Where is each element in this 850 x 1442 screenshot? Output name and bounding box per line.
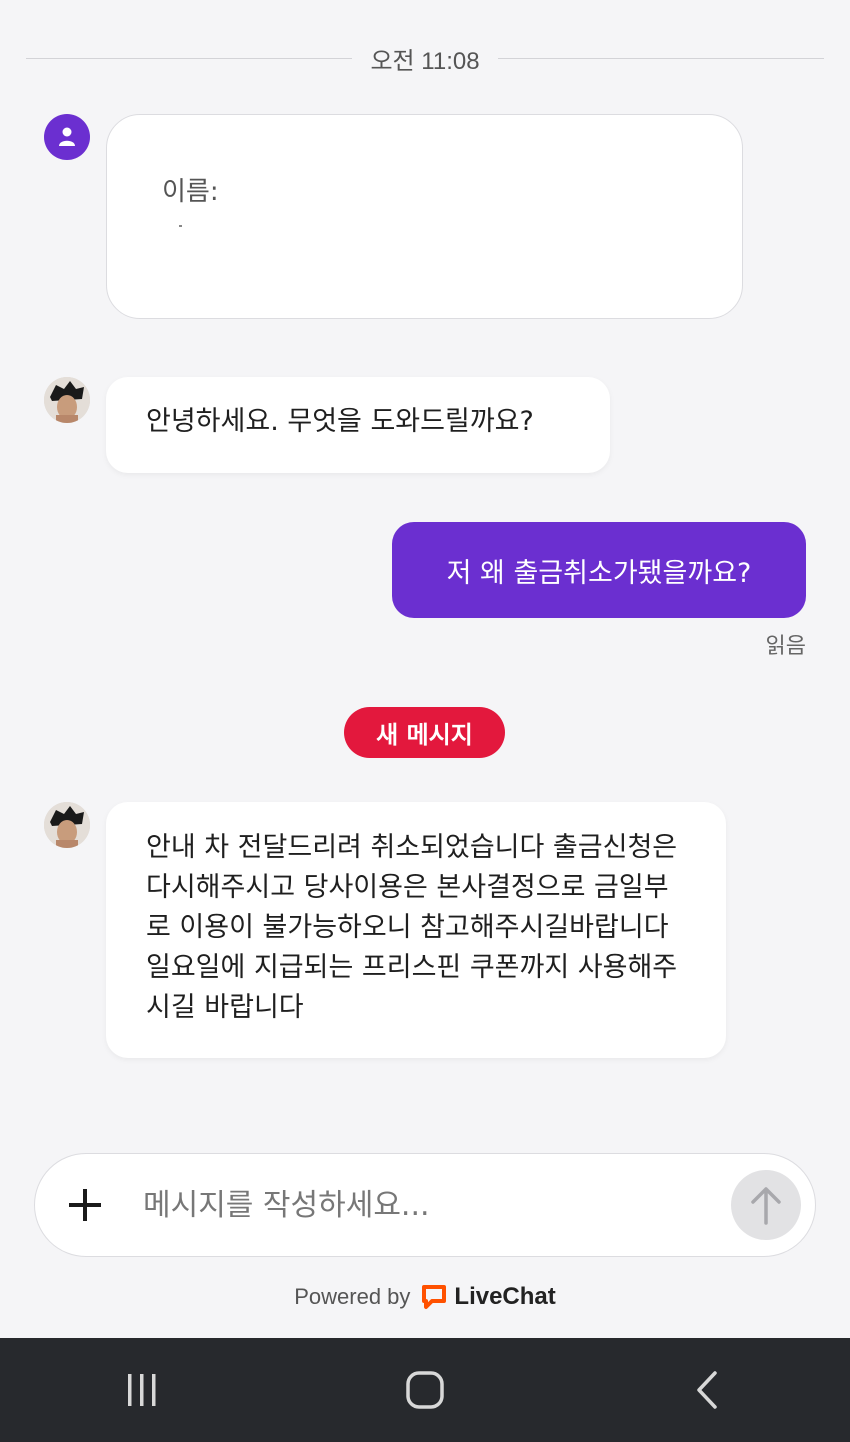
recents-icon: [127, 1374, 156, 1406]
user-message-bubble: 저 왜 출금취소가됐을까요?: [392, 522, 806, 618]
agent-message-text: 안녕하세요. 무엇을 도와드릴까요?: [146, 406, 534, 437]
powered-by-footer[interactable]: Powered by LiveChat: [0, 1279, 850, 1315]
agent-avatar: [44, 377, 90, 423]
agent-message-text: 안내 차 전달드리려 취소되었습니다 출금신청은 다시해주시고 당사이용은 본사…: [146, 832, 678, 1023]
agent-avatar: [44, 802, 90, 848]
divider-line: [497, 57, 825, 59]
send-button[interactable]: [731, 1170, 801, 1240]
message-input[interactable]: [135, 1187, 731, 1223]
read-status: 읽음: [765, 634, 806, 659]
add-attachment-button[interactable]: [35, 1155, 135, 1255]
plus-icon: [69, 1189, 101, 1221]
recents-button[interactable]: [82, 1338, 202, 1442]
user-icon: [44, 114, 90, 160]
name-field-value: [179, 225, 182, 227]
system-navigation-bar: [0, 1338, 850, 1442]
livechat-logo-icon: [422, 1285, 447, 1309]
agent-message-bubble: 안녕하세요. 무엇을 도와드릴까요?: [106, 377, 610, 473]
home-icon: [406, 1371, 444, 1409]
prechat-form-card: 이름:: [106, 114, 743, 319]
message-timestamp: 오전 11:08: [370, 47, 480, 75]
new-message-badge-label: 새 메시지: [376, 721, 473, 749]
user-message-text: 저 왜 출금취소가됐을까요?: [446, 557, 752, 589]
divider-line: [26, 57, 353, 59]
arrow-up-icon: [751, 1187, 781, 1225]
home-button[interactable]: [365, 1338, 485, 1442]
name-field-label: 이름:: [162, 177, 219, 207]
new-message-badge[interactable]: 새 메시지: [344, 707, 505, 758]
back-button[interactable]: [648, 1338, 768, 1442]
brand-name: LiveChat: [454, 1283, 556, 1310]
back-icon: [697, 1371, 718, 1409]
agent-message-bubble: 안내 차 전달드리려 취소되었습니다 출금신청은 다시해주시고 당사이용은 본사…: [106, 802, 726, 1058]
powered-by-text: Powered by: [294, 1284, 411, 1309]
message-composer: [34, 1153, 816, 1257]
time-divider: 오전 11:08: [26, 38, 825, 78]
